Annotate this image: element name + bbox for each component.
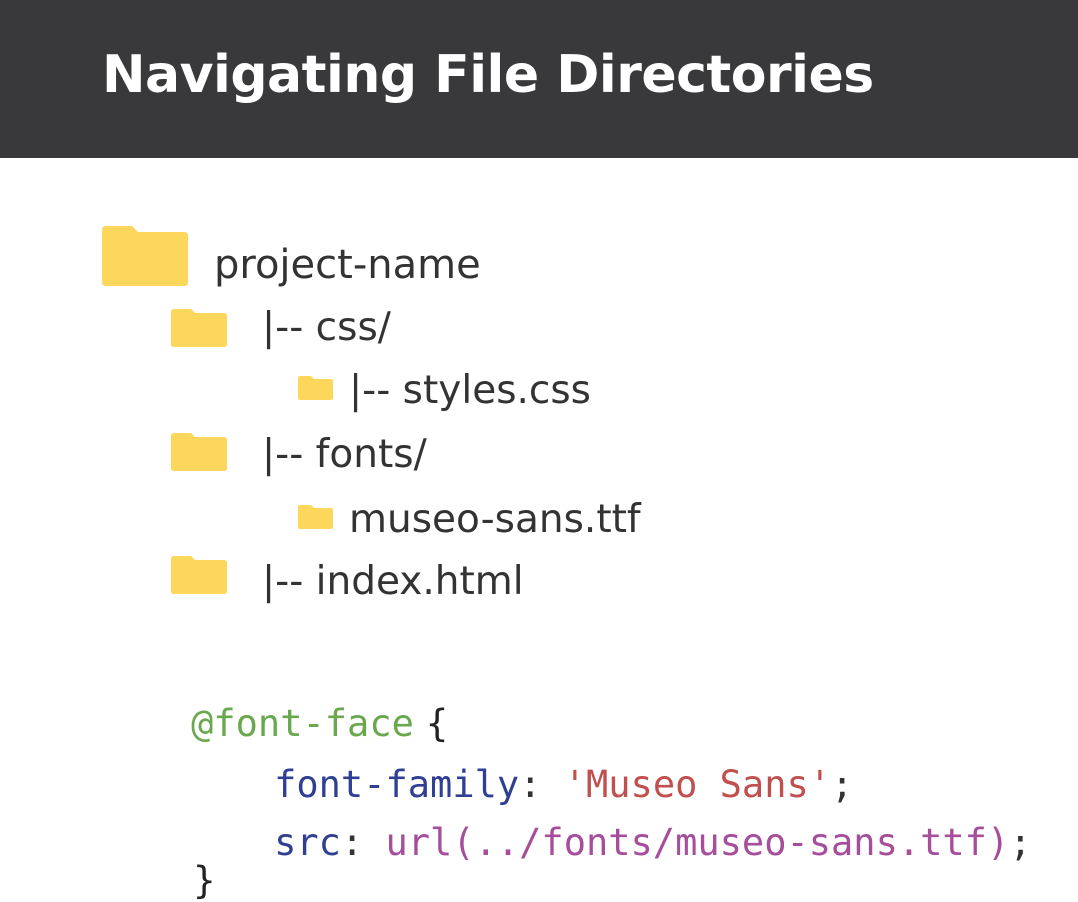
tree-item-label: |-- styles.css xyxy=(349,368,591,413)
code-line: src: url(../fonts/museo-sans.ttf); xyxy=(185,787,1032,898)
folder-icon xyxy=(298,376,333,400)
code-semicolon: ; xyxy=(1009,821,1032,864)
tree-item-label: |-- index.html xyxy=(262,559,524,604)
code-property: src xyxy=(274,821,341,864)
code-colon: : xyxy=(340,821,364,864)
code-line: } xyxy=(104,825,215,902)
code-close-brace: } xyxy=(193,859,216,902)
folder-icon xyxy=(171,309,227,347)
code-value: url(../fonts/museo-sans.ttf) xyxy=(385,821,1010,864)
tree-item-label: project-name xyxy=(214,242,481,288)
tree-item-label: |-- fonts/ xyxy=(262,432,427,477)
slide-header: Navigating File Directories xyxy=(0,0,1078,158)
folder-icon xyxy=(102,226,188,286)
tree-item-label: |-- css/ xyxy=(262,305,391,350)
folder-icon xyxy=(298,505,333,529)
folder-icon xyxy=(171,556,227,594)
folder-icon xyxy=(171,433,227,471)
page-title: Navigating File Directories xyxy=(102,45,874,105)
tree-item-label: museo-sans.ttf xyxy=(349,497,641,542)
